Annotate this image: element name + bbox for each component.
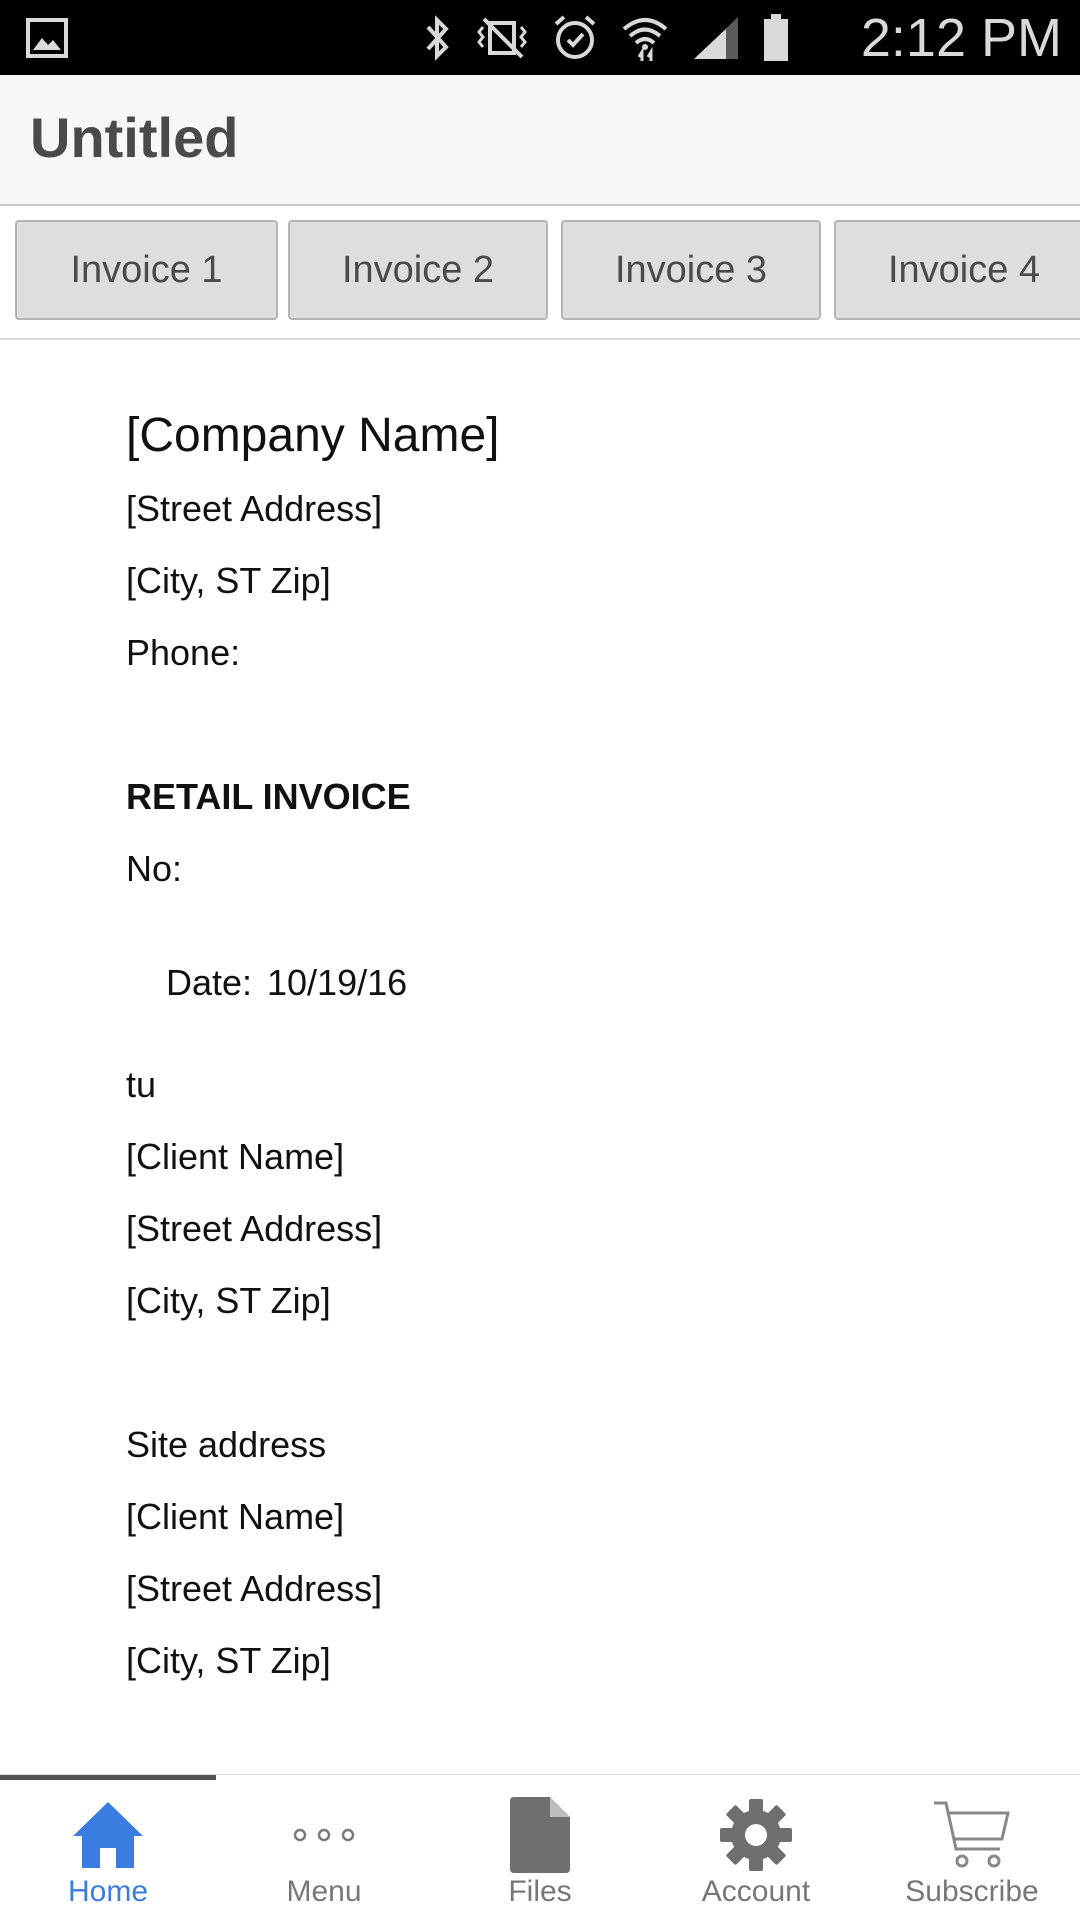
alarm-icon (554, 15, 596, 59)
nav-menu-label: Menu (286, 1875, 362, 1908)
invoice-document[interactable]: [Company Name] [Street Address] [City, S… (0, 340, 1080, 1774)
page-title[interactable]: Untitled (30, 105, 238, 170)
bottom-navigation: Home Menu Files Account Subscribe (0, 1774, 1080, 1920)
company-name: [Company Name] (126, 409, 500, 462)
title-bar: Untitled (0, 75, 1080, 206)
nav-subscribe[interactable]: Subscribe (864, 1775, 1080, 1921)
company-city: [City, ST Zip] (126, 560, 331, 601)
nav-account-label: Account (701, 1875, 811, 1908)
tab-invoice-4[interactable]: Invoice 4 (834, 220, 1080, 320)
invoice-number-label: No: (126, 848, 183, 889)
nav-menu[interactable]: Menu (216, 1775, 432, 1921)
file-icon (510, 1797, 570, 1873)
gear-icon (720, 1799, 792, 1871)
tab-invoice-2[interactable]: Invoice 2 (288, 220, 548, 320)
nav-home[interactable]: Home (0, 1775, 216, 1921)
client-street: [Street Address] (126, 1208, 383, 1249)
more-dots-icon (293, 1828, 355, 1842)
client-name: [Client Name] (126, 1136, 345, 1177)
status-icons (424, 12, 790, 64)
date-value: 10/19/16 (267, 962, 408, 1003)
nav-files-label: Files (508, 1875, 572, 1908)
client-city: [City, ST Zip] (126, 1280, 331, 1321)
site-client-name: [Client Name] (126, 1496, 345, 1537)
cart-icon (934, 1801, 1010, 1868)
invoice-heading: RETAIL INVOICE (126, 776, 411, 817)
nav-subscribe-label: Subscribe (905, 1875, 1039, 1908)
company-street: [Street Address] (126, 488, 383, 529)
nav-files[interactable]: Files (432, 1775, 648, 1921)
invoice-date-row: Date: 10/19/16 (126, 920, 407, 1046)
gallery-icon (26, 18, 68, 58)
invoice-tabs: Invoice 1 Invoice 2 Invoice 3 Invoice 4 (0, 206, 1080, 340)
wifi-icon (622, 18, 668, 61)
nav-account[interactable]: Account (648, 1775, 864, 1921)
site-street: [Street Address] (126, 1568, 383, 1609)
to-label: tu (126, 1064, 157, 1105)
home-icon (73, 1802, 143, 1868)
phone-label: Phone: (126, 632, 241, 673)
status-bar: 2:12 PM (0, 0, 1080, 75)
signal-icon (694, 17, 738, 59)
site-city: [City, ST Zip] (126, 1640, 331, 1681)
vibrate-mute-icon (477, 17, 527, 59)
battery-icon (764, 14, 788, 61)
date-label: Date: (166, 962, 253, 1003)
bluetooth-icon (426, 15, 449, 61)
tab-invoice-1[interactable]: Invoice 1 (15, 220, 278, 320)
nav-home-label: Home (67, 1875, 149, 1908)
clock: 2:12 PM (860, 8, 1062, 68)
tab-invoice-3[interactable]: Invoice 3 (561, 220, 821, 320)
site-address-label: Site address (126, 1424, 327, 1465)
